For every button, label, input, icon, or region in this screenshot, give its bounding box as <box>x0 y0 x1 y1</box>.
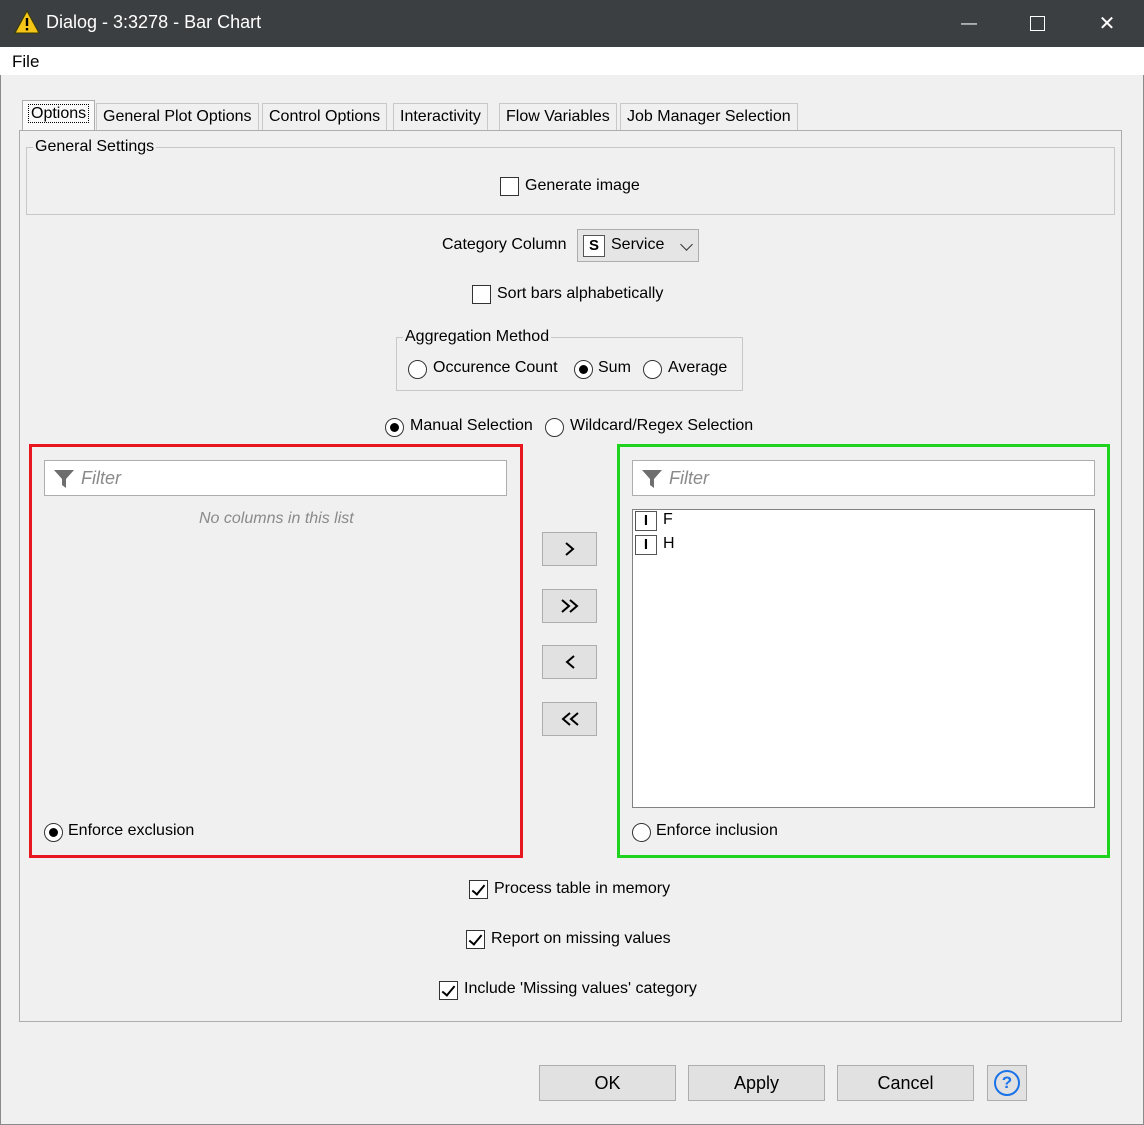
integer-type-icon: I <box>635 535 657 555</box>
category-column-label: Category Column <box>442 236 567 253</box>
include-filter-placeholder: Filter <box>669 468 709 488</box>
tab-flow-variables[interactable]: Flow Variables <box>499 103 617 131</box>
minimize-button[interactable]: — <box>934 0 1004 47</box>
category-column-value: Service <box>611 236 665 253</box>
minimize-icon: — <box>961 14 977 32</box>
add-button[interactable] <box>542 532 597 566</box>
double-chevron-left-icon <box>560 712 579 726</box>
generate-image-checkbox[interactable] <box>500 177 519 196</box>
menu-file[interactable]: File <box>12 52 39 72</box>
apply-button[interactable]: Apply <box>688 1065 825 1101</box>
help-icon: ? <box>994 1070 1020 1096</box>
generate-image-label: Generate image <box>525 177 640 194</box>
maximize-button[interactable] <box>1002 0 1072 47</box>
enforce-exclusion-label: Enforce exclusion <box>68 822 195 839</box>
include-missing-category-checkbox[interactable] <box>439 981 458 1000</box>
tab-control-options[interactable]: Control Options <box>262 103 388 131</box>
aggregation-average-label: Average <box>668 359 728 376</box>
tab-general-plot-options[interactable]: General Plot Options <box>96 103 259 131</box>
maximize-icon <box>1029 16 1045 31</box>
tab-interactivity[interactable]: Interactivity <box>393 103 488 131</box>
include-missing-category-label: Include 'Missing values' category <box>464 980 697 997</box>
wildcard-regex-selection-radio[interactable] <box>545 418 564 437</box>
manual-selection-radio[interactable] <box>385 418 404 437</box>
chevron-left-icon <box>564 655 575 669</box>
process-in-memory-checkbox[interactable] <box>469 880 488 899</box>
aggregation-method-legend: Aggregation Method <box>403 328 552 346</box>
title-bar[interactable]: Dialog - 3:3278 - Bar Chart — ✕ <box>0 0 1144 47</box>
list-item[interactable]: I H <box>635 534 835 556</box>
general-settings-legend: General Settings <box>33 138 157 156</box>
column-name: F <box>663 511 673 528</box>
ok-button[interactable]: OK <box>539 1065 676 1101</box>
add-all-button[interactable] <box>542 589 597 623</box>
process-in-memory-label: Process table in memory <box>494 880 671 897</box>
filter-icon <box>642 470 662 488</box>
cancel-button[interactable]: Cancel <box>837 1065 974 1101</box>
enforce-inclusion-radio[interactable] <box>632 823 651 842</box>
aggregation-occurence-count-label: Occurence Count <box>433 359 558 376</box>
include-column-list[interactable]: I F I H <box>632 509 1095 808</box>
exclude-empty-text: No columns in this list <box>199 510 354 527</box>
enforce-inclusion-label: Enforce inclusion <box>656 822 778 839</box>
tab-job-manager-selection[interactable]: Job Manager Selection <box>620 103 798 131</box>
include-filter-input[interactable]: Filter <box>632 460 1095 496</box>
sort-bars-checkbox[interactable] <box>472 285 491 304</box>
enforce-exclusion-radio[interactable] <box>44 823 63 842</box>
sort-bars-label: Sort bars alphabetically <box>497 285 664 302</box>
filter-icon <box>54 470 74 488</box>
double-chevron-right-icon <box>560 599 579 613</box>
exclude-filter-placeholder: Filter <box>81 468 121 488</box>
warning-icon <box>14 10 40 34</box>
string-type-icon: S <box>583 235 605 257</box>
exclude-filter-input[interactable]: Filter <box>44 460 507 496</box>
aggregation-average-radio[interactable] <box>643 360 662 379</box>
close-button[interactable]: ✕ <box>1072 0 1142 47</box>
chevron-right-icon <box>564 542 575 556</box>
tab-options[interactable]: Options <box>22 100 96 131</box>
category-column-select[interactable]: S Service <box>577 229 699 262</box>
report-missing-values-label: Report on missing values <box>491 930 671 947</box>
column-name: H <box>663 535 675 552</box>
close-icon: ✕ <box>1098 13 1116 35</box>
report-missing-values-checkbox[interactable] <box>466 930 485 949</box>
list-item[interactable]: I F <box>635 510 835 532</box>
menu-bar: File <box>0 47 1144 75</box>
remove-all-button[interactable] <box>542 702 597 736</box>
aggregation-sum-radio[interactable] <box>574 360 593 379</box>
manual-selection-label: Manual Selection <box>410 417 533 434</box>
aggregation-occurence-count-radio[interactable] <box>408 360 427 379</box>
help-button[interactable]: ? <box>987 1065 1027 1101</box>
chevron-down-icon <box>680 238 693 251</box>
remove-button[interactable] <box>542 645 597 679</box>
wildcard-regex-selection-label: Wildcard/Regex Selection <box>570 417 754 434</box>
exclude-panel <box>29 444 523 858</box>
window-title: Dialog - 3:3278 - Bar Chart <box>46 12 262 32</box>
aggregation-sum-label: Sum <box>598 359 631 376</box>
integer-type-icon: I <box>635 511 657 531</box>
